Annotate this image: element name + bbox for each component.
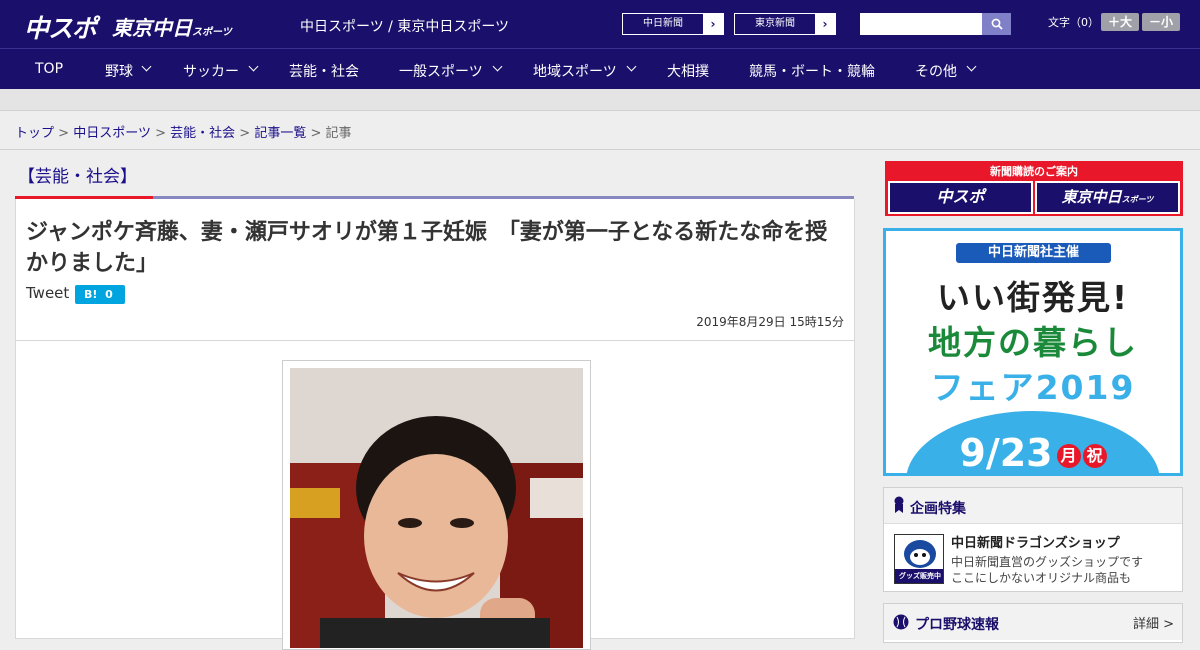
article-date: 2019年8月29日 15時15分 xyxy=(696,315,844,329)
dragons-shop-desc: 中日新聞直営のグッズショップです xyxy=(951,555,1144,569)
breadcrumb: トップ > 中日スポーツ > 芸能・社会 > 記事一覧 > 記事 xyxy=(15,122,352,141)
nav-item-general-sports[interactable]: 一般スポーツ xyxy=(399,61,483,81)
subscribe-tokyo-chunichi-small: スポーツ xyxy=(1121,195,1154,204)
search-button[interactable] xyxy=(982,13,1011,35)
chevron-right-icon: › xyxy=(703,14,723,34)
subscribe-tokyo-chunichi-button[interactable]: 東京中日スポーツ xyxy=(1035,181,1180,214)
hatena-bookmark-button[interactable]: B! 0 xyxy=(75,285,125,304)
breadcrumb-entertainment[interactable]: 芸能・社会 xyxy=(170,126,235,141)
nav-item-other[interactable]: その他 xyxy=(915,61,957,81)
fair-ad-line2: 地方の暮らし xyxy=(928,323,1138,362)
nav-item-racing[interactable]: 競馬・ボート・競輪 xyxy=(749,61,875,81)
chuspo-logo[interactable]: 中スポ xyxy=(24,9,97,45)
dragons-shop-name[interactable]: 中日新聞ドラゴンズショップ xyxy=(951,532,1120,551)
fair-ad-date: 9/23 月祝 xyxy=(886,431,1180,475)
portrait-illustration xyxy=(290,368,583,648)
subscribe-chuspo-button[interactable]: 中スポ xyxy=(888,181,1033,214)
tweet-button[interactable]: Tweet xyxy=(26,284,69,302)
fair-ad-line1: いい街発見! xyxy=(936,278,1130,317)
breadcrumb-current: 記事 xyxy=(325,126,352,141)
baseball-icon xyxy=(893,614,909,630)
tokyo-shimbun-link[interactable]: 東京新聞 › xyxy=(734,13,836,35)
fair-ad-holiday: 祝 xyxy=(1082,443,1107,468)
breadcrumb-article-list[interactable]: 記事一覧 xyxy=(254,126,306,141)
baseball-live-more-link[interactable]: 詳細 > xyxy=(1133,613,1174,632)
fair-ad-organizer: 中日新聞社主催 xyxy=(956,243,1111,263)
article-headline: ジャンポケ斉藤、妻・瀬戸サオリが第１子妊娠 「妻が第一子となる新たな命を授かりま… xyxy=(26,220,828,276)
main-nav: TOP 野球 サッカー 芸能・社会 一般スポーツ 地域スポーツ 大相撲 競馬・ボ… xyxy=(0,48,1200,89)
chevron-down-icon[interactable] xyxy=(248,61,259,72)
breadcrumb-sep: > xyxy=(155,126,166,141)
baseball-live-box: プロ野球速報 詳細 > xyxy=(883,603,1183,643)
chevron-down-icon[interactable] xyxy=(966,61,977,72)
nav-item-sumo[interactable]: 大相撲 xyxy=(667,61,709,81)
chevron-down-icon[interactable] xyxy=(141,61,152,72)
dragons-shop-desc-2: ここにしかないオリジナル商品も xyxy=(951,571,1132,585)
article-photo[interactable] xyxy=(282,360,591,650)
feature-box: 企画特集 グッズ販売中 中日新聞ドラゴンズショップ 中日新聞直営のグッズショップ… xyxy=(883,487,1183,592)
nav-item-soccer[interactable]: サッカー xyxy=(183,61,239,81)
breadcrumb-sep: > xyxy=(239,126,251,141)
tokyo-chunichi-logo-text: 東京中日 xyxy=(112,16,192,40)
chunichi-shimbun-label: 中日新聞 xyxy=(643,18,683,29)
font-smaller-button[interactable]: －小 xyxy=(1142,13,1180,31)
feature-box-header: 企画特集 xyxy=(884,488,1182,524)
article-photo-image xyxy=(290,368,583,648)
nav-item-top[interactable]: TOP xyxy=(35,61,63,77)
nav-item-entertainment[interactable]: 芸能・社会 xyxy=(289,61,359,81)
hatena-icon: B! xyxy=(84,288,98,301)
font-larger-button[interactable]: ＋大 xyxy=(1101,13,1139,31)
fair-ad-line3: フェア2019 xyxy=(930,368,1136,407)
site-header: 中スポ 東京中日スポーツ 中日スポーツ / 東京中日スポーツ 中日新聞 › 東京… xyxy=(0,0,1200,48)
subscription-ad[interactable]: 新聞購読のご案内 中スポ 東京中日スポーツ xyxy=(885,161,1183,216)
feature-box-title: 企画特集 xyxy=(910,501,966,517)
breadcrumb-chunichi-sports[interactable]: 中日スポーツ xyxy=(73,126,151,141)
chevron-down-icon[interactable] xyxy=(626,61,637,72)
tokyo-chunichi-logo-small: スポーツ xyxy=(192,27,232,38)
breadcrumb-sep: > xyxy=(58,126,70,141)
site-tagline: 中日スポーツ / 東京中日スポーツ xyxy=(300,19,510,35)
breadcrumb-sep: > xyxy=(310,126,322,141)
breadcrumb-divider xyxy=(0,149,1200,150)
ribbon-icon xyxy=(894,496,904,513)
dragons-shop-thumbnail[interactable]: グッズ販売中 xyxy=(894,534,944,584)
chevron-right-icon: › xyxy=(815,14,835,34)
sub-nav-strip xyxy=(0,89,1200,111)
tokyo-shimbun-label: 東京新聞 xyxy=(755,18,795,29)
chevron-down-icon[interactable] xyxy=(492,61,503,72)
breadcrumb-top[interactable]: トップ xyxy=(15,126,54,141)
dragons-shop-thumb-label: グッズ販売中 xyxy=(895,569,943,583)
chunichi-shimbun-link[interactable]: 中日新聞 › xyxy=(622,13,724,35)
search-icon xyxy=(991,18,1003,30)
article-divider xyxy=(16,340,854,341)
hatena-count: 0 xyxy=(105,288,113,301)
fair-ad-day: 月 xyxy=(1056,443,1081,468)
article-card: ジャンポケ斉藤、妻・瀬戸サオリが第１子妊娠 「妻が第一子となる新たな命を授かりま… xyxy=(15,199,855,650)
nav-item-local-sports[interactable]: 地域スポーツ xyxy=(533,61,617,81)
tokyo-chunichi-logo[interactable]: 東京中日スポーツ xyxy=(112,12,232,41)
nav-item-baseball[interactable]: 野球 xyxy=(105,61,133,81)
subscription-ad-title: 新聞購読のご案内 xyxy=(990,165,1078,178)
font-size-label: 文字（0） xyxy=(1048,16,1099,29)
fair-ad-banner[interactable]: 中日新聞社主催 いい街発見! 地方の暮らし フェア2019 9/23 月祝 xyxy=(883,228,1183,476)
baseball-live-title: プロ野球速報 xyxy=(915,617,999,633)
article-category[interactable]: 【芸能・社会】 xyxy=(18,162,137,187)
subscribe-tokyo-chunichi-text: 東京中日 xyxy=(1061,188,1122,206)
fair-ad-date-value: 9/23 xyxy=(959,431,1053,475)
baseball-live-header: プロ野球速報 詳細 > xyxy=(884,604,1182,640)
